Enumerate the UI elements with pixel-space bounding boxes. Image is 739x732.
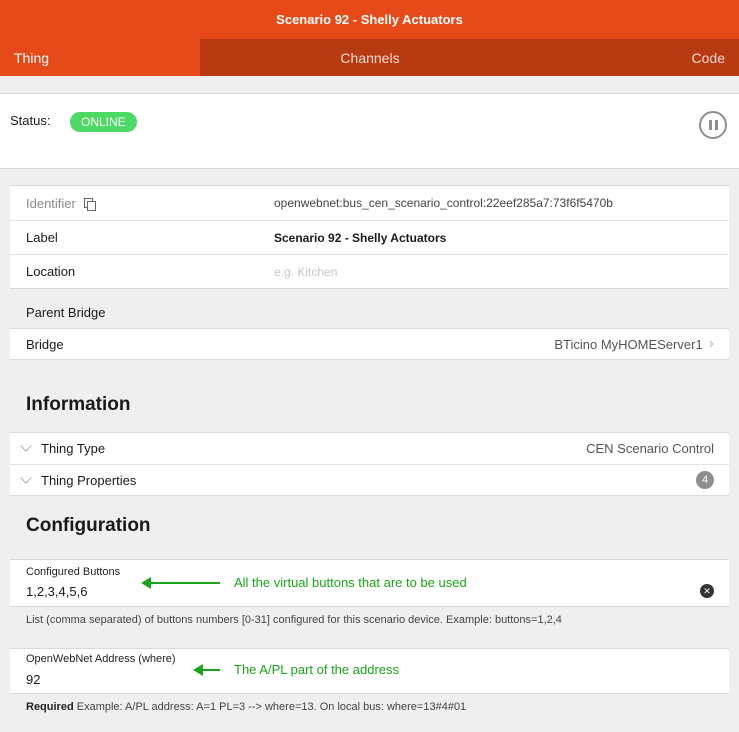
chevron-down-icon — [20, 472, 32, 484]
identifier-value: openwebnet:bus_cen_scenario_control:22ee… — [274, 196, 613, 210]
information-title: Information — [26, 394, 131, 415]
address-input[interactable]: 92 — [26, 672, 40, 687]
tab-bar: Thing Channels Code — [0, 39, 739, 76]
address-label: OpenWebNet Address (where) — [26, 653, 176, 665]
location-field[interactable]: e.g. Kitchen — [274, 265, 337, 279]
location-row[interactable]: Location e.g. Kitchen — [10, 254, 729, 288]
thing-properties-row[interactable]: Thing Properties 4 — [10, 464, 729, 495]
pause-icon — [708, 120, 712, 130]
address-help: Required Example: A/PL address: A=1 PL=3… — [26, 701, 466, 713]
thing-type-label: Thing Type — [41, 441, 106, 456]
address-help-text: Example: A/PL address: A=1 PL=3 --> wher… — [76, 701, 467, 713]
bridge-label: Bridge — [26, 336, 64, 352]
identifier-label: Identifier — [26, 195, 76, 211]
bridge-value-wrap: BTicino MyHOMEServer1 › — [554, 336, 714, 352]
configuration-title: Configuration — [26, 515, 151, 536]
location-label: Location — [26, 264, 76, 279]
window-title: Scenario 92 - Shelly Actuators — [0, 0, 739, 39]
copy-icon[interactable] — [83, 198, 96, 212]
address-annotation: The A/PL part of the address — [193, 662, 400, 677]
buttons-annotation: All the virtual buttons that are to be u… — [141, 575, 467, 590]
status-badge: ONLINE — [70, 112, 137, 132]
thing-type-value: CEN Scenario Control — [586, 441, 714, 456]
chevron-right-icon: › — [708, 335, 714, 352]
bridge-list: Bridge BTicino MyHOMEServer1 › — [10, 328, 729, 360]
tab-code[interactable]: Code — [539, 39, 739, 76]
label-field[interactable]: Scenario 92 - Shelly Actuators — [274, 231, 446, 245]
information-list: Thing Type CEN Scenario Control Thing Pr… — [10, 432, 729, 496]
label-label: Label — [26, 230, 58, 245]
pause-button[interactable] — [699, 111, 727, 139]
thing-type-row[interactable]: Thing Type CEN Scenario Control — [10, 433, 729, 464]
status-panel: Status: ONLINE — [0, 93, 739, 169]
thing-properties-count: 4 — [696, 471, 714, 489]
bridge-row[interactable]: Bridge BTicino MyHOMEServer1 › — [10, 329, 729, 359]
configured-buttons-input[interactable]: 1,2,3,4,5,6 — [26, 584, 87, 599]
clear-icon[interactable]: ✕ — [700, 584, 714, 598]
configured-buttons-help: List (comma separated) of buttons number… — [26, 614, 562, 626]
thing-info-list: Identifier openwebnet:bus_cen_scenario_c… — [10, 185, 729, 289]
thing-properties-count-wrap: 4 — [696, 471, 714, 489]
configured-buttons-label: Configured Buttons — [26, 566, 121, 578]
label-row[interactable]: Label Scenario 92 - Shelly Actuators — [10, 220, 729, 254]
tab-thing[interactable]: Thing — [0, 39, 200, 76]
buttons-annotation-text: All the virtual buttons that are to be u… — [234, 575, 467, 590]
tab-channels[interactable]: Channels — [200, 39, 540, 76]
identifier-label-wrap: Identifier — [26, 195, 96, 212]
arrow-left-icon — [141, 576, 220, 589]
identifier-row: Identifier openwebnet:bus_cen_scenario_c… — [10, 186, 729, 220]
thing-properties-label: Thing Properties — [41, 472, 137, 488]
pause-icon-bar — [714, 120, 718, 130]
status-label: Status: — [10, 113, 51, 128]
address-help-required: Required — [26, 701, 74, 713]
address-annotation-text: The A/PL part of the address — [234, 662, 400, 677]
parent-bridge-heading: Parent Bridge — [26, 305, 106, 320]
bridge-value: BTicino MyHOMEServer1 — [554, 336, 703, 352]
arrow-left-icon — [193, 663, 220, 676]
chevron-down-icon — [20, 440, 32, 452]
